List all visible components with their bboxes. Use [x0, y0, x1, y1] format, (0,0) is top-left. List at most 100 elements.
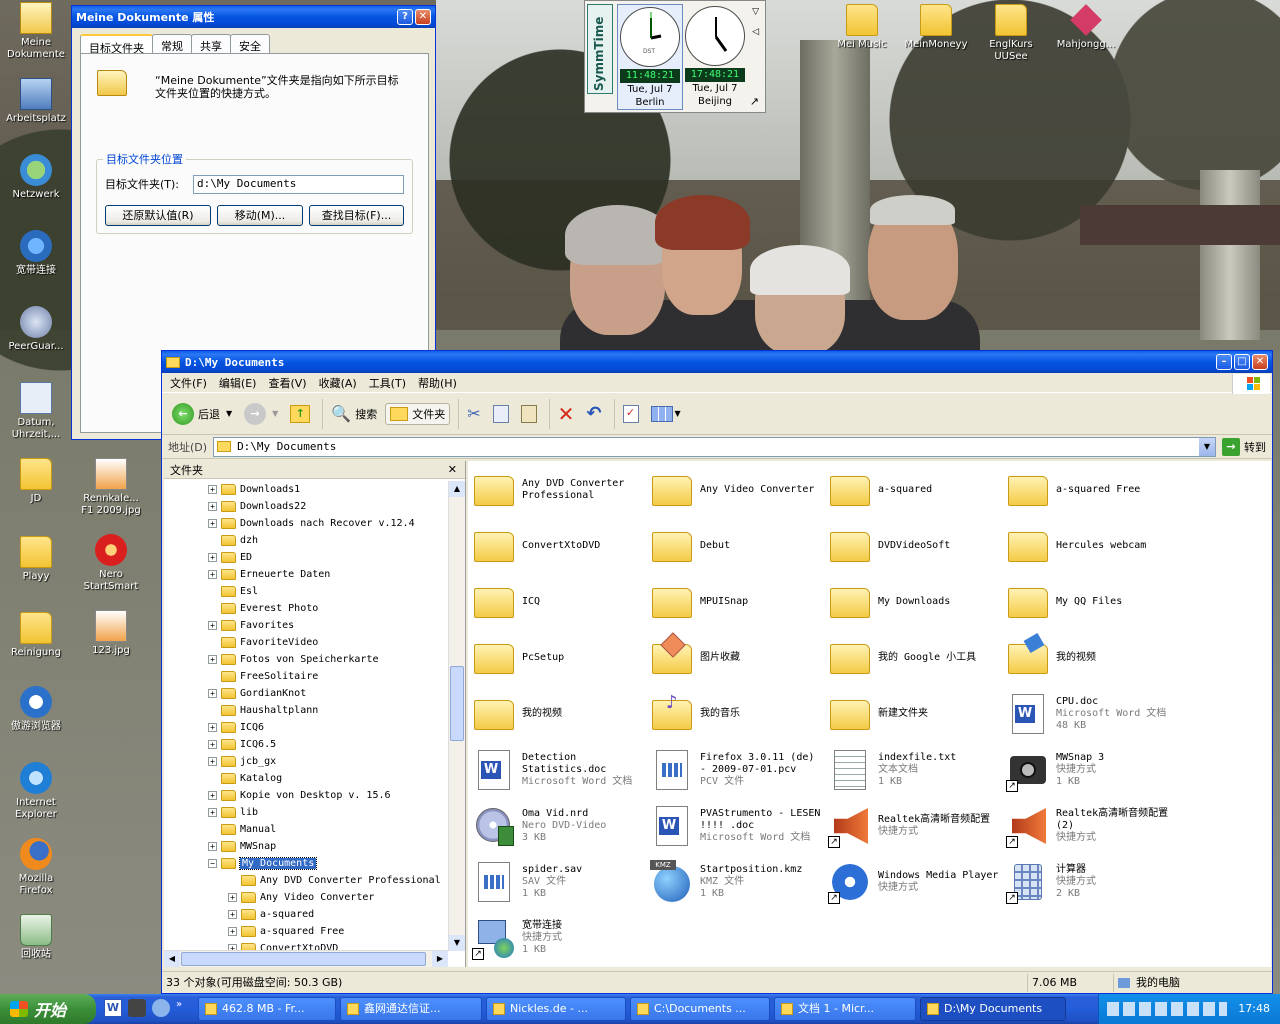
file-item[interactable]: DVDVideoSoft — [828, 519, 1004, 573]
chevron-down-icon[interactable]: ▼ — [272, 409, 278, 418]
desktop-icon-peerguardian[interactable]: PeerGuar... — [0, 306, 72, 353]
explorer-titlebar[interactable]: D:\My Documents – □ ✕ — [162, 351, 1272, 373]
menu-edit[interactable]: 编辑(E) — [219, 375, 257, 391]
tree-item[interactable]: + ICQ6.5 — [164, 736, 448, 753]
desktop-icon-recycle-bin[interactable]: 回收站 — [0, 914, 72, 961]
up-button[interactable]: ↑ — [286, 403, 314, 425]
expand-icon[interactable]: + — [208, 740, 217, 749]
file-item[interactable]: spider.sav SAV 文件 1 KB — [472, 855, 648, 909]
file-item[interactable]: 我的视频 — [472, 687, 648, 741]
taskbar-button[interactable]: Nickles.de - ... — [486, 997, 626, 1021]
file-item[interactable]: KMZ Startposition.kmz KMZ 文件 1 KB — [650, 855, 826, 909]
file-item[interactable]: Firefox 3.0.11 (de) - 2009-07-01.pcv PCV … — [650, 743, 826, 797]
tree-item[interactable]: + Downloads22 — [164, 498, 448, 515]
tree-item[interactable]: + jcb_gx — [164, 753, 448, 770]
expand-icon[interactable]: + — [208, 553, 217, 562]
scroll-thumb[interactable] — [181, 952, 426, 966]
resize-grip-icon[interactable]: ↗ — [750, 95, 759, 108]
expand-icon[interactable]: + — [228, 910, 237, 919]
tree-item[interactable]: Everest Photo — [164, 600, 448, 617]
tree-item[interactable]: FavoriteVideo — [164, 634, 448, 651]
file-item[interactable]: Any DVD Converter Professional — [472, 463, 648, 517]
file-item[interactable]: Debut — [650, 519, 826, 573]
menu-tools[interactable]: 工具(T) — [369, 375, 406, 391]
desktop-icon-broadband[interactable]: 宽带连接 — [0, 230, 72, 277]
file-item[interactable]: W CPU.doc Microsoft Word 文档 48 KB — [1006, 687, 1182, 741]
folders-button[interactable]: 文件夹 — [385, 402, 451, 425]
tree-item[interactable]: + a-squared Free — [164, 923, 448, 940]
desktop-icon-jd[interactable]: JD — [0, 458, 72, 505]
symmtime-clock-widget[interactable]: SymmTime DST 11:48:21 Tue, Jul 7 Berlin … — [584, 0, 766, 113]
menu-favorites[interactable]: 收藏(A) — [319, 375, 357, 391]
clock-menu-arrow-icon[interactable]: ▽ — [752, 7, 759, 17]
tree-item[interactable]: + Kopie von Desktop v. 15.6 — [164, 787, 448, 804]
menu-view[interactable]: 查看(V) — [268, 375, 306, 391]
views-button[interactable]: ▼ — [647, 404, 685, 424]
tree-item[interactable]: + Downloads nach Recover v.12.4 — [164, 515, 448, 532]
tree-item[interactable]: + MWSnap — [164, 838, 448, 855]
desktop-icon-reinigung[interactable]: Reinigung — [0, 612, 72, 659]
expand-icon[interactable]: + — [208, 621, 217, 630]
desktop-icon-123-jpg[interactable]: 123.jpg — [75, 610, 147, 657]
tree-item[interactable]: + lib — [164, 804, 448, 821]
scroll-left-arrow-icon[interactable]: ◀ — [164, 951, 180, 967]
file-item[interactable]: W PVAStrumento - LESEN !!!! .doc Microsoft… — [650, 799, 826, 853]
tree-item[interactable]: + ED — [164, 549, 448, 566]
scroll-right-arrow-icon[interactable]: ▶ — [432, 951, 448, 967]
file-item[interactable]: Hercules webcam — [1006, 519, 1182, 573]
expand-icon[interactable]: + — [208, 570, 217, 579]
forward-button[interactable]: → ▼ — [240, 401, 282, 427]
file-item[interactable]: ↗ MWSnap 3 快捷方式 1 KB — [1006, 743, 1182, 797]
restore-default-button[interactable]: 还原默认值(R) — [105, 205, 211, 226]
file-item[interactable]: ICQ — [472, 575, 648, 629]
expand-icon[interactable]: + — [208, 485, 217, 494]
taskbar-button[interactable]: D:\My Documents — [920, 997, 1066, 1021]
desktop-icon-internet-explorer[interactable]: Internet Explorer — [0, 762, 72, 821]
file-item[interactable]: My QQ Files — [1006, 575, 1182, 629]
clock-collapse-icon[interactable]: ◁ — [752, 27, 759, 37]
expand-icon[interactable]: + — [208, 519, 217, 528]
help-button[interactable]: ? — [397, 9, 413, 25]
desktop-icon-nero[interactable]: Nero StartSmart — [75, 534, 147, 593]
taskbar-button[interactable]: 462.8 MB - Fr... — [198, 997, 336, 1021]
expand-icon[interactable]: + — [208, 502, 217, 511]
delete-button[interactable]: ✕ — [554, 400, 579, 428]
file-item[interactable]: ↗ Realtek高清晰音频配置 快捷方式 — [828, 799, 1004, 853]
file-item[interactable]: 图片收藏 — [650, 631, 826, 685]
tree-horizontal-scrollbar[interactable]: ◀ ▶ — [164, 950, 448, 967]
camera-icon[interactable] — [128, 999, 146, 1017]
desktop-icon-playy[interactable]: Playy — [0, 536, 72, 583]
cut-button[interactable]: ✂ — [463, 402, 484, 425]
file-item[interactable]: ConvertXtoDVD — [472, 519, 648, 573]
desktop-icon-network[interactable]: Netzwerk — [0, 154, 72, 201]
tree-item[interactable]: + GordianKnot — [164, 685, 448, 702]
file-item[interactable]: Oma Vid.nrd Nero DVD-Video 3 KB — [472, 799, 648, 853]
tree-vertical-scrollbar[interactable]: ▲ ▼ — [448, 481, 465, 951]
desktop-icon-my-documents[interactable]: Meine Dokumente — [0, 2, 72, 61]
file-item[interactable]: ↗ Windows Media Player 快捷方式 — [828, 855, 1004, 909]
tree-item[interactable]: − My Documents — [164, 855, 448, 872]
file-item[interactable]: ♪ 我的音乐 — [650, 687, 826, 741]
chevron-down-icon[interactable]: ▼ — [226, 409, 232, 418]
dialog-titlebar[interactable]: Meine Dokumente 属性 ? ✕ — [72, 6, 435, 28]
start-button[interactable]: 开始 — [0, 994, 96, 1024]
move-button[interactable]: 移动(M)... — [217, 205, 303, 226]
menu-help[interactable]: 帮助(H) — [418, 375, 457, 391]
tree-item[interactable]: dzh — [164, 532, 448, 549]
taskbar-button[interactable]: 文档 1 - Micr... — [774, 997, 916, 1021]
maximize-button[interactable]: □ — [1234, 354, 1250, 370]
tree-item[interactable]: Esl — [164, 583, 448, 600]
close-button[interactable]: ✕ — [415, 9, 431, 25]
clock-berlin[interactable]: DST 11:48:21 Tue, Jul 7 Berlin — [617, 4, 683, 110]
scroll-down-arrow-icon[interactable]: ▼ — [449, 935, 465, 951]
file-item[interactable]: 我的 Google 小工具 — [828, 631, 1004, 685]
expand-quick-launch-icon[interactable]: » — [176, 999, 182, 1017]
expand-icon[interactable]: + — [208, 689, 217, 698]
desktop-icon-mahjongg[interactable]: Mahjongg... — [1050, 4, 1122, 51]
desktop-icon-meinmoneyy[interactable]: MeinMoneyy — [900, 4, 972, 51]
chevron-down-icon[interactable]: ▼ — [675, 409, 681, 418]
expand-icon[interactable]: + — [228, 893, 237, 902]
search-button[interactable]: 🔍 搜索 — [327, 402, 381, 425]
collapse-icon[interactable]: − — [208, 859, 217, 868]
address-input[interactable]: D:\My Documents ▼ — [213, 436, 1216, 457]
